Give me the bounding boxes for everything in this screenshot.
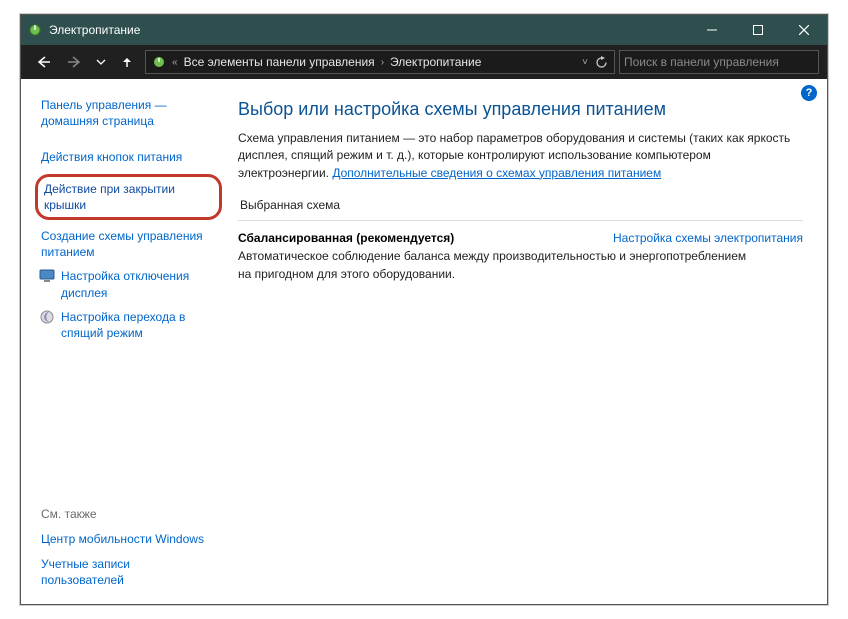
- user-accounts-link[interactable]: Учетные записи пользователей: [41, 552, 216, 592]
- breadcrumb-segment[interactable]: Все элементы панели управления: [182, 55, 377, 69]
- power-options-icon: [27, 22, 43, 38]
- maximize-button[interactable]: [735, 15, 781, 45]
- plan-description: Автоматическое соблюдение баланса между …: [238, 248, 758, 283]
- window: Электропитание: [20, 14, 828, 605]
- power-plan-row: Сбалансированная (рекомендуется) Настрой…: [238, 231, 803, 245]
- address-dropdown[interactable]: ˅: [580, 57, 590, 68]
- up-button[interactable]: [113, 50, 141, 74]
- more-info-link[interactable]: Дополнительные сведения о схемах управле…: [332, 166, 661, 180]
- mobility-center-link[interactable]: Центр мобильности Windows: [41, 527, 216, 551]
- main-panel: Выбор или настройка схемы управления пит…: [226, 79, 827, 604]
- history-dropdown[interactable]: [93, 50, 109, 74]
- plan-settings-link[interactable]: Настройка схемы электропитания: [613, 231, 803, 245]
- minimize-button[interactable]: [689, 15, 735, 45]
- navbar: « Все элементы панели управления › Элект…: [21, 45, 827, 79]
- page-description: Схема управления питанием — это набор па…: [238, 130, 803, 182]
- monitor-icon: [39, 268, 55, 284]
- page-heading: Выбор или настройка схемы управления пит…: [238, 99, 803, 120]
- back-button[interactable]: [29, 50, 57, 74]
- chevron-left-icon: «: [170, 57, 180, 68]
- titlebar: Электропитание: [21, 15, 827, 45]
- sidebar: Панель управления — домашняя страница Де…: [21, 79, 226, 604]
- help-icon[interactable]: ?: [801, 85, 817, 101]
- search-box[interactable]: [619, 50, 819, 74]
- control-panel-home-link[interactable]: Панель управления — домашняя страница: [41, 93, 216, 133]
- create-power-plan-link[interactable]: Создание схемы управления питанием: [41, 224, 216, 264]
- highlighted-lid-action: Действие при закрытии крышки: [35, 174, 222, 220]
- search-input[interactable]: [624, 55, 814, 69]
- content-area: ? Панель управления — домашняя страница …: [21, 79, 827, 604]
- moon-icon: [39, 309, 55, 325]
- refresh-icon[interactable]: [592, 53, 610, 71]
- window-title: Электропитание: [49, 23, 689, 37]
- close-button[interactable]: [781, 15, 827, 45]
- lid-close-action-link[interactable]: Действие при закрытии крышки: [44, 181, 211, 213]
- plan-name: Сбалансированная (рекомендуется): [238, 231, 454, 245]
- see-also-label: См. также: [41, 505, 216, 527]
- power-buttons-action-link[interactable]: Действия кнопок питания: [41, 145, 216, 169]
- display-off-label: Настройка отключения дисплея: [61, 268, 216, 300]
- control-panel-icon: [150, 53, 168, 71]
- address-bar[interactable]: « Все элементы панели управления › Элект…: [145, 50, 615, 74]
- display-off-settings-link[interactable]: Настройка отключения дисплея: [41, 264, 216, 304]
- selected-plan-label: Выбранная схема: [240, 198, 803, 212]
- sleep-mode-settings-link[interactable]: Настройка перехода в спящий режим: [41, 305, 216, 345]
- chevron-right-icon: ›: [379, 57, 386, 68]
- sleep-mode-label: Настройка перехода в спящий режим: [61, 309, 216, 341]
- breadcrumb-segment[interactable]: Электропитание: [388, 55, 483, 69]
- forward-button[interactable]: [61, 50, 89, 74]
